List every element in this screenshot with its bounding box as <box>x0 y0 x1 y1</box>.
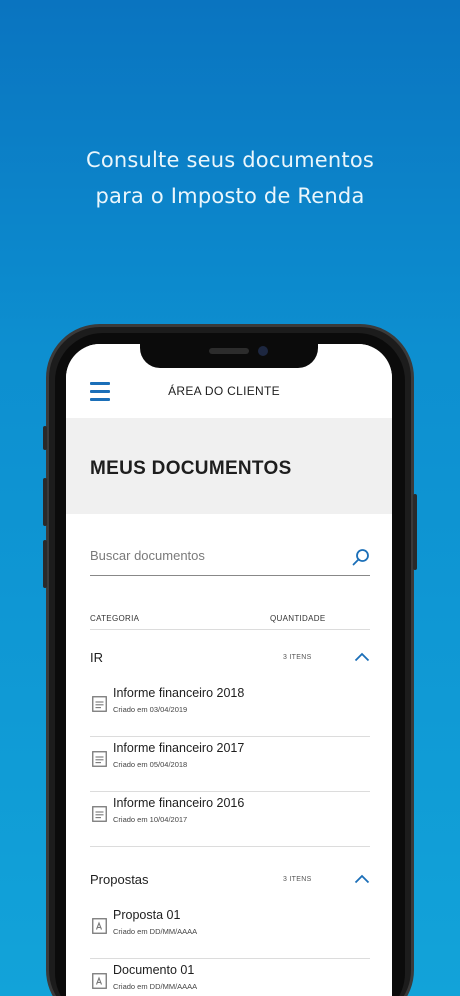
phone-side-button <box>43 540 47 588</box>
promo-line-1: Consulte seus documentos <box>85 148 375 172</box>
phone-notch <box>140 340 318 368</box>
document-title: Documento 01 <box>113 963 195 977</box>
category-group-ir[interactable]: IR 3 ITENS <box>90 646 370 670</box>
app-bar-title: ÁREA DO CLIENTE <box>168 384 280 398</box>
pdf-document-icon <box>92 973 107 989</box>
phone-side-button <box>43 478 47 526</box>
document-title: Informe financeiro 2018 <box>113 686 245 700</box>
document-date: Criado em DD/MM/AAAA <box>113 982 198 991</box>
document-item[interactable]: Informe financeiro 2017 Criado em 05/04/… <box>90 737 370 792</box>
document-title: Proposta 01 <box>113 908 181 922</box>
phone-side-button <box>43 426 47 450</box>
column-header-quantity: QUANTIDADE <box>270 614 326 623</box>
promo-headline: Consulte seus documentos para o Imposto … <box>0 142 460 214</box>
document-icon <box>92 751 107 767</box>
document-title: Informe financeiro 2016 <box>113 796 245 810</box>
column-header-category: CATEGORIA <box>90 614 140 623</box>
phone-side-button <box>413 494 417 570</box>
promo-line-2: para o Imposto de Renda <box>95 184 365 208</box>
document-date: Criado em 05/04/2018 <box>113 760 188 769</box>
category-name: Propostas <box>90 872 149 887</box>
pdf-document-icon <box>92 918 107 934</box>
document-item[interactable]: Documento 01 Criado em DD/MM/AAAA <box>90 959 370 996</box>
search-icon[interactable] <box>352 548 370 566</box>
category-name: IR <box>90 650 103 665</box>
phone-camera <box>258 346 268 356</box>
document-date: Criado em 03/04/2019 <box>113 705 188 714</box>
search-field[interactable] <box>90 544 370 576</box>
category-group-propostas[interactable]: Propostas 3 ITENS <box>90 868 370 892</box>
document-item[interactable]: Proposta 01 Criado em DD/MM/AAAA <box>90 904 370 959</box>
page-header: MEUS DOCUMENTOS <box>66 418 392 514</box>
column-headers: CATEGORIA QUANTIDADE <box>90 614 370 630</box>
app-screen: ÁREA DO CLIENTE MEUS DOCUMENTOS CATEGORI… <box>66 344 392 996</box>
category-count: 3 ITENS <box>283 876 312 883</box>
chevron-up-icon[interactable] <box>354 652 370 662</box>
document-item[interactable]: Informe financeiro 2018 Criado em 03/04/… <box>90 682 370 737</box>
document-date: Criado em DD/MM/AAAA <box>113 927 198 936</box>
document-icon <box>92 696 107 712</box>
document-icon <box>92 806 107 822</box>
document-item[interactable]: Informe financeiro 2016 Criado em 10/04/… <box>90 792 370 847</box>
search-input[interactable] <box>90 548 330 563</box>
category-count: 3 ITENS <box>283 654 312 661</box>
page-title: MEUS DOCUMENTOS <box>90 458 292 479</box>
phone-speaker <box>209 348 249 354</box>
document-title: Informe financeiro 2017 <box>113 741 245 755</box>
document-date: Criado em 10/04/2017 <box>113 815 188 824</box>
chevron-up-icon[interactable] <box>354 874 370 884</box>
